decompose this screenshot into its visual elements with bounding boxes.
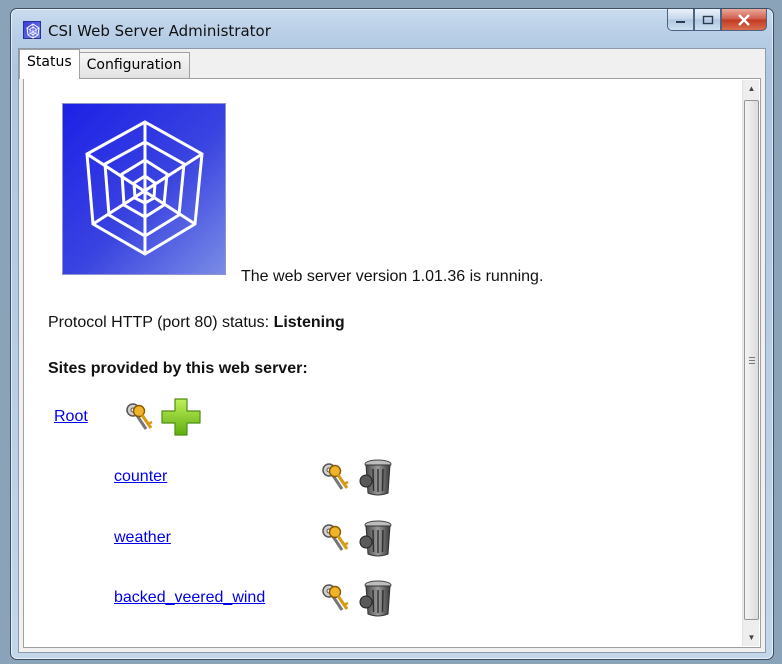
- site-link-backed-veered-wind[interactable]: backed_veered_wind: [114, 589, 265, 607]
- server-running-text: The web server version 1.01.36 is runnin…: [241, 268, 544, 285]
- keys-icon[interactable]: [124, 401, 154, 433]
- tab-configuration[interactable]: Configuration: [78, 52, 190, 78]
- protocol-status: Protocol HTTP (port 80) status: Listenin…: [48, 314, 345, 332]
- minimize-button[interactable]: [667, 9, 694, 31]
- site-link-counter[interactable]: counter: [114, 468, 167, 486]
- site-link-root[interactable]: Root: [54, 408, 88, 426]
- app-window: CSI Web Server Administrator Status Conf…: [10, 8, 774, 660]
- app-icon[interactable]: [23, 21, 41, 39]
- trash-icon[interactable]: [358, 518, 394, 558]
- minimize-icon: [675, 20, 685, 23]
- window-title: CSI Web Server Administrator: [48, 22, 271, 40]
- caption-buttons: [667, 9, 767, 31]
- spider-web-icon: [62, 103, 226, 275]
- tab-status[interactable]: Status: [19, 49, 80, 79]
- close-button[interactable]: [721, 9, 767, 31]
- add-site-plus-icon[interactable]: [160, 397, 202, 437]
- grip-icon: [749, 357, 755, 364]
- protocol-status-value: Listening: [273, 314, 345, 331]
- sites-heading: Sites provided by this web server:: [48, 360, 308, 377]
- status-panel: The web server version 1.01.36 is runnin…: [23, 78, 761, 648]
- scroll-thumb[interactable]: [744, 100, 759, 620]
- scroll-up-arrow-icon[interactable]: ▲: [743, 80, 760, 97]
- client-area: Status Configuration The web server vers…: [18, 48, 766, 653]
- keys-icon[interactable]: [320, 461, 350, 493]
- trash-icon[interactable]: [358, 578, 394, 618]
- maximize-button[interactable]: [694, 9, 721, 31]
- site-link-weather[interactable]: weather: [114, 529, 171, 547]
- vertical-scrollbar[interactable]: ▲ ▼: [742, 80, 759, 646]
- trash-icon[interactable]: [358, 457, 394, 497]
- protocol-label: Protocol HTTP (port 80) status:: [48, 314, 274, 331]
- scroll-down-arrow-icon[interactable]: ▼: [743, 629, 760, 646]
- status-content: The web server version 1.01.36 is runnin…: [24, 79, 740, 647]
- keys-icon[interactable]: [320, 582, 350, 614]
- tab-strip: Status Configuration: [19, 49, 190, 79]
- maximize-icon: [702, 15, 713, 24]
- title-bar[interactable]: CSI Web Server Administrator: [11, 9, 773, 47]
- keys-icon[interactable]: [320, 522, 350, 554]
- close-icon: [738, 13, 750, 26]
